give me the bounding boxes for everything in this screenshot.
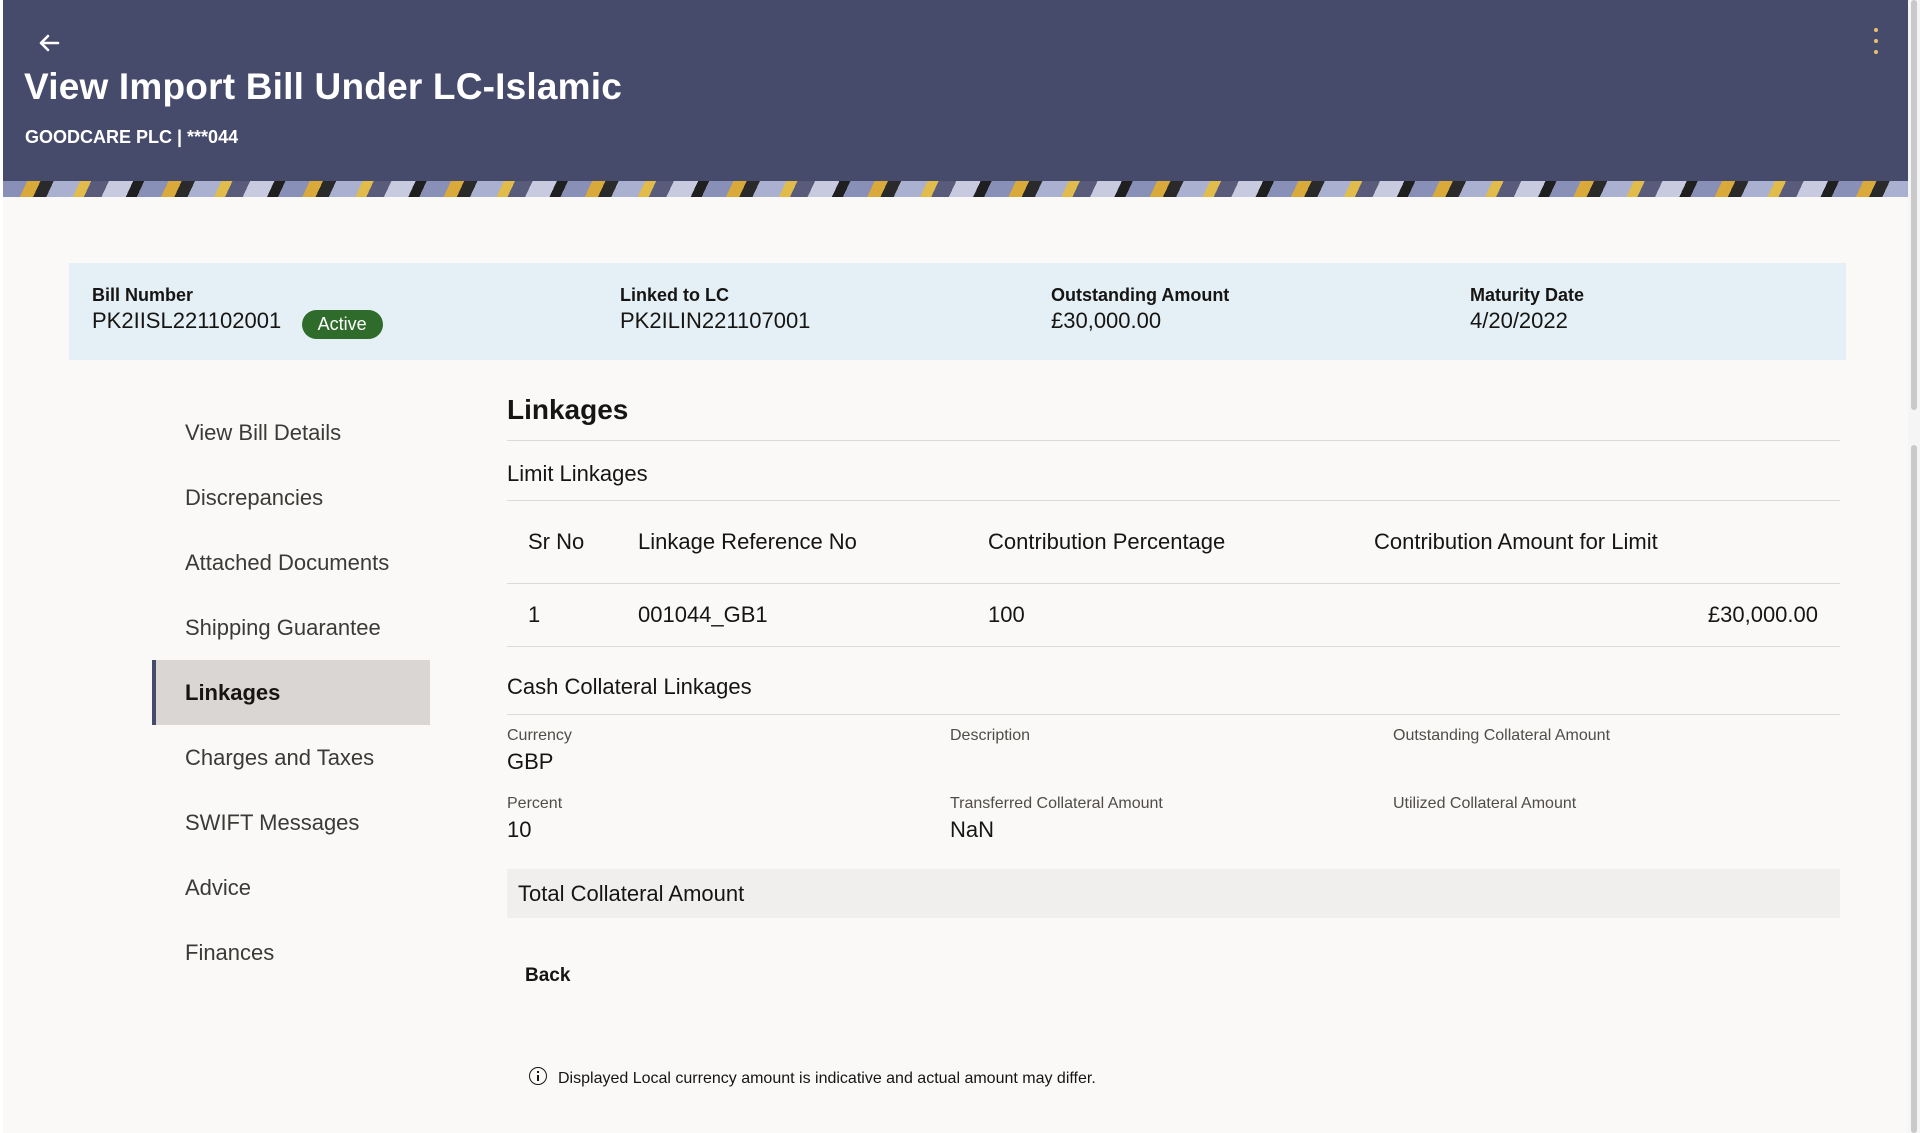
description-label: Description [950,727,1031,744]
back-arrow-icon[interactable] [34,28,64,58]
info-icon [529,1067,547,1085]
side-navigation: View Bill Details Discrepancies Attached… [152,400,430,985]
cell-contribution-amt: £30,000.00 [1374,583,1840,647]
page: View Import Bill Under LC-Islamic GOODCA… [3,0,1908,1133]
nav-finances[interactable]: Finances [152,920,430,985]
nav-advice[interactable]: Advice [152,855,430,920]
utilized-collateral-value [1393,817,1840,845]
percent-value: 10 [507,817,532,842]
limit-linkages-table: Sr No Linkage Reference No Contribution … [507,501,1840,647]
party-subtitle: GOODCARE PLC | ***044 [25,127,239,147]
nav-swift-messages[interactable]: SWIFT Messages [152,790,430,855]
nav-view-bill-details[interactable]: View Bill Details [152,400,430,465]
transferred-collateral-value: NaN [950,817,995,842]
bill-summary: Bill Number PK2IISL221102001 Active Link… [69,263,1846,360]
status-badge: Active [301,310,383,340]
col-header-linkage-ref: Linkage Reference No [638,501,988,584]
cell-contribution-pct: 100 [988,583,1374,647]
more-options-icon[interactable] [1869,28,1883,54]
cash-collateral-fields: Currency GBP Description Outstanding Col… [507,715,1840,845]
summary-linked-lc: Linked to LC PK2ILIN221107001 [620,285,810,334]
nav-discrepancies[interactable]: Discrepancies [152,465,430,530]
nav-attached-documents[interactable]: Attached Documents [152,530,430,595]
col-header-sr-no: Sr No [507,501,638,584]
page-header: View Import Bill Under LC-Islamic GOODCA… [3,0,1908,181]
field-transferred-collateral: Transferred Collateral Amount NaN [950,795,1393,845]
currency-value: GBP [507,749,554,774]
nav-shipping-guarantee[interactable]: Shipping Guarantee [152,595,430,660]
total-collateral-amount: Total Collateral Amount [507,869,1840,918]
linkages-panel: Linkages Limit Linkages Sr No Linkage Re… [507,390,1840,995]
field-description: Description [950,727,1393,777]
vertical-scrollbar[interactable] [1908,0,1920,1133]
nav-linkages[interactable]: Linkages [152,660,430,725]
field-utilized-collateral: Utilized Collateral Amount [1393,795,1840,845]
transferred-collateral-label: Transferred Collateral Amount [950,795,1163,812]
scrollbar-thumb[interactable] [1911,0,1917,410]
col-header-contribution-amt: Contribution Amount for Limit [1374,501,1840,584]
description-value [950,749,1393,777]
nav-charges-and-taxes[interactable]: Charges and Taxes [152,725,430,790]
maturity-label: Maturity Date [1470,285,1585,305]
field-currency: Currency GBP [507,727,950,777]
linked-lc-label: Linked to LC [620,285,729,305]
bill-number-value: PK2IISL221102001 [92,308,282,333]
summary-outstanding: Outstanding Amount £30,000.00 [1051,285,1229,334]
disclaimer-text: Displayed Local currency amount is indic… [558,1070,1096,1087]
outstanding-label: Outstanding Amount [1051,285,1230,305]
col-header-contribution-pct: Contribution Percentage [988,501,1374,584]
scrollbar-thumb-lower[interactable] [1911,445,1917,1133]
cell-linkage-ref: 001044_GB1 [638,583,988,647]
summary-bill-number: Bill Number PK2IISL221102001 Active [92,285,383,340]
field-percent: Percent 10 [507,795,950,845]
outstanding-value: £30,000.00 [1051,308,1162,333]
outstanding-collateral-value [1393,749,1840,777]
outstanding-collateral-label: Outstanding Collateral Amount [1393,727,1611,744]
decorative-banner [3,181,1908,197]
page-title: View Import Bill Under LC-Islamic [24,66,623,107]
percent-label: Percent [507,795,563,812]
bill-number-label: Bill Number [92,285,194,305]
table-row: 1 001044_GB1 100 £30,000.00 [507,583,1840,647]
section-title: Linkages [507,390,1840,441]
utilized-collateral-label: Utilized Collateral Amount [1393,795,1577,812]
cell-sr-no: 1 [507,583,638,647]
cash-collateral-title: Cash Collateral Linkages [507,647,1840,715]
field-outstanding-collateral: Outstanding Collateral Amount [1393,727,1840,777]
table-header-row: Sr No Linkage Reference No Contribution … [507,501,1840,584]
linked-lc-value: PK2ILIN221107001 [620,308,811,333]
summary-maturity: Maturity Date 4/20/2022 [1470,285,1584,334]
maturity-value: 4/20/2022 [1470,308,1568,333]
back-button[interactable]: Back [515,957,580,995]
currency-disclaimer: Displayed Local currency amount is indic… [529,1067,1096,1088]
currency-label: Currency [507,727,572,744]
limit-linkages-title: Limit Linkages [507,441,1840,501]
